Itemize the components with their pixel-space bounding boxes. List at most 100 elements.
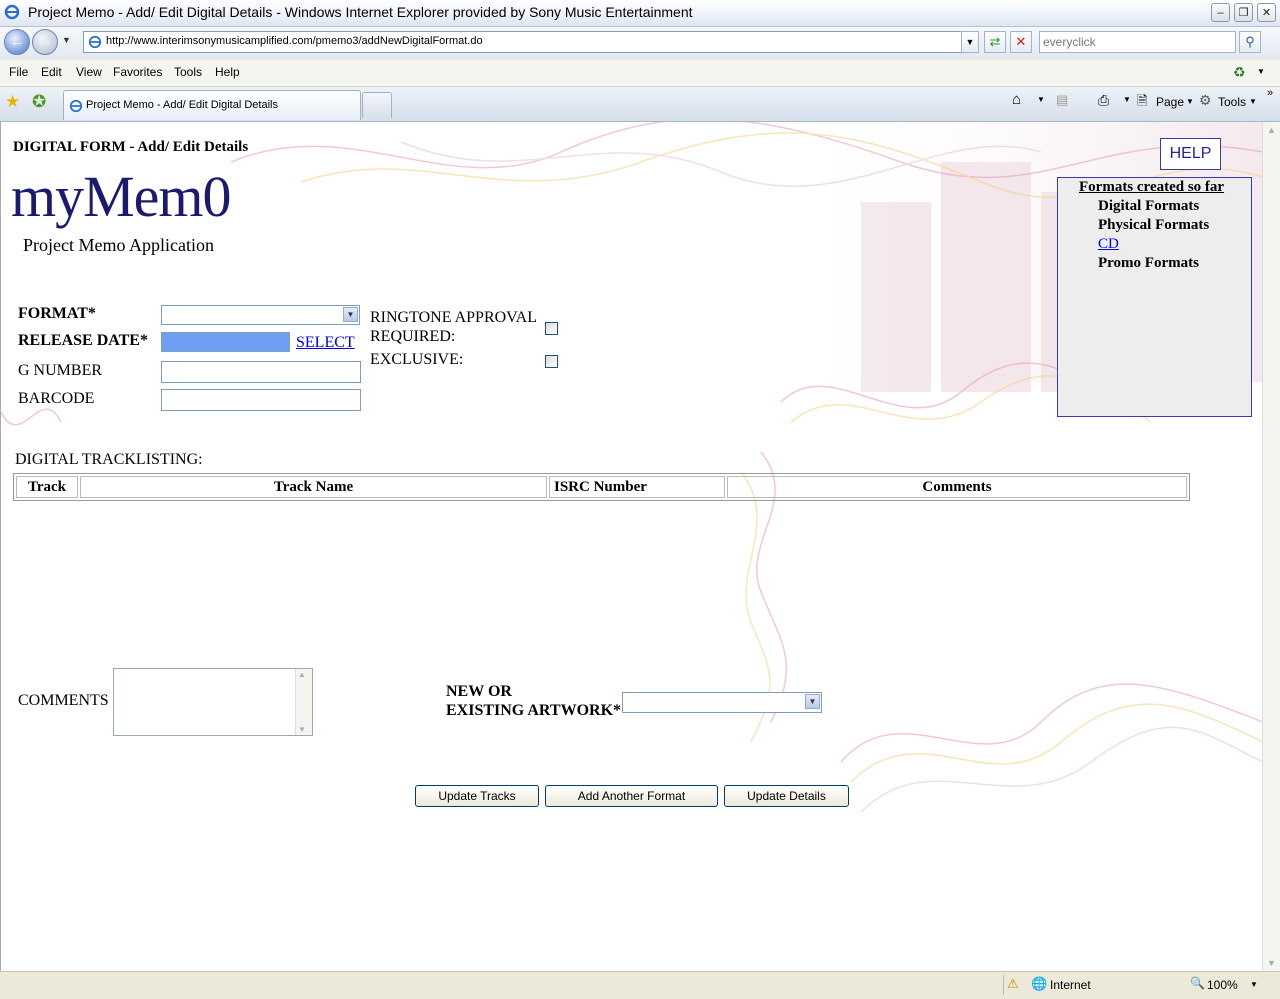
back-button[interactable]: ← — [4, 29, 30, 55]
format-label: FORMAT* — [18, 305, 96, 322]
g-number-input[interactable] — [161, 361, 361, 383]
home-icon[interactable]: ⌂ — [1012, 91, 1021, 108]
tab-project-memo[interactable]: Project Memo - Add/ Edit Digital Details — [63, 90, 361, 120]
globe-icon: 🌐 — [1031, 976, 1048, 991]
window-title: Project Memo - Add/ Edit Digital Details… — [28, 4, 693, 20]
forward-button[interactable]: → — [32, 29, 58, 55]
column-header-isrc: ISRC Number — [549, 476, 725, 498]
g-number-label: G NUMBER — [18, 362, 103, 379]
scroll-up-icon[interactable]: ▲ — [298, 670, 306, 679]
promo-formats-label: Promo Formats — [1098, 255, 1199, 271]
formats-panel: Formats created so far Digital Formats P… — [1057, 177, 1252, 417]
column-header-comments: Comments — [727, 476, 1187, 498]
page-heading: DIGITAL FORM - Add/ Edit Details — [13, 139, 249, 155]
chevron-more-icon[interactable]: » — [1267, 87, 1273, 99]
comments-label: COMMENTS — [18, 692, 109, 709]
artwork-label-line1: NEW OR — [446, 683, 512, 700]
address-bar[interactable]: http://www.interimsonymusicamplified.com… — [83, 31, 979, 53]
menu-edit[interactable]: Edit — [41, 65, 62, 79]
home-dropdown-icon[interactable]: ▼ — [1037, 95, 1045, 104]
page-content: DIGITAL FORM - Add/ Edit Details myMem0 … — [0, 122, 1263, 971]
barcode-label: BARCODE — [18, 390, 95, 407]
page-icon — [88, 35, 102, 49]
scroll-up-icon[interactable]: ▲ — [1267, 125, 1276, 135]
ie-logo-icon — [4, 4, 20, 20]
release-date-input[interactable] — [161, 332, 290, 352]
new-tab-button[interactable] — [362, 92, 392, 118]
search-input[interactable] — [1040, 32, 1236, 52]
help-button[interactable]: HELP — [1160, 138, 1221, 170]
digital-formats-label: Digital Formats — [1098, 198, 1200, 214]
artwork-select[interactable]: ▼ — [622, 692, 822, 713]
favorites-star-icon[interactable]: ★ — [5, 92, 20, 112]
close-window-button[interactable]: ✕ — [1257, 3, 1276, 22]
gear-icon: ⚙ — [1199, 92, 1212, 108]
artwork-label-line2: EXISTING ARTWORK* — [446, 702, 622, 719]
mymemo-logo: myMem0 — [11, 164, 232, 229]
page-scrollbar[interactable]: ▲ ▼ — [1262, 122, 1280, 971]
formats-panel-title: Formats created so far — [1079, 179, 1225, 195]
barcode-input[interactable] — [161, 389, 361, 411]
cd-format-link[interactable]: CD — [1098, 236, 1119, 253]
title-bar: Project Memo - Add/ Edit Digital Details… — [0, 0, 1280, 27]
format-select[interactable]: ▼ — [161, 305, 360, 325]
toolbar-options-dropdown-icon[interactable]: ▼ — [1257, 67, 1265, 76]
release-date-label: RELEASE DATE* — [18, 332, 148, 349]
address-toolbar: ← → ▼ http://www.interimsonymusicamplifi… — [0, 27, 1280, 59]
search-field[interactable] — [1039, 31, 1236, 53]
comments-scrollbar[interactable]: ▲ ▼ — [295, 669, 312, 735]
menu-help[interactable]: Help — [215, 65, 240, 79]
update-details-button[interactable]: Update Details — [724, 785, 849, 807]
address-url: http://www.interimsonymusicamplified.com… — [106, 35, 483, 47]
status-divider — [1003, 975, 1004, 995]
page-menu-label[interactable]: Page — [1156, 95, 1184, 109]
menu-favorites[interactable]: Favorites — [113, 65, 162, 79]
feeds-icon[interactable]: ▤ — [1056, 92, 1068, 108]
zoom-dropdown-icon[interactable]: ▼ — [1250, 980, 1258, 989]
refresh-button[interactable]: ⇄ — [984, 31, 1006, 53]
tools-menu-label[interactable]: Tools — [1218, 95, 1246, 109]
zoom-level[interactable]: 100% — [1207, 978, 1238, 992]
zoom-icon: 🔍 — [1190, 976, 1205, 990]
add-another-format-button[interactable]: Add Another Format — [545, 785, 718, 807]
ringtone-label-line1: RINGTONE APPROVAL — [370, 309, 537, 326]
ringtone-approval-checkbox[interactable] — [545, 322, 558, 335]
scroll-down-icon[interactable]: ▼ — [1267, 958, 1276, 968]
zone-label: Internet — [1050, 978, 1091, 992]
tab-bar: ★ ✪ Project Memo - Add/ Edit Digital Det… — [0, 87, 1280, 122]
page-dropdown-icon[interactable]: ▼ — [1186, 97, 1194, 106]
update-tracks-button[interactable]: Update Tracks — [415, 785, 539, 807]
restore-button[interactable]: ❐ — [1234, 3, 1253, 22]
chevron-down-icon: ▼ — [805, 694, 820, 709]
exclusive-label: EXCLUSIVE: — [370, 351, 464, 368]
minimize-button[interactable]: – — [1211, 3, 1230, 22]
scroll-down-icon[interactable]: ▼ — [298, 725, 306, 734]
tab-ie-icon — [69, 99, 83, 113]
app-subtitle: Project Memo Application — [23, 235, 214, 255]
column-header-track: Track — [16, 476, 78, 498]
chevron-down-icon: ▼ — [343, 307, 358, 322]
protected-mode-icon: ⚠ — [1007, 976, 1019, 991]
print-icon[interactable]: ⎙ — [1098, 92, 1109, 109]
menu-bar: File Edit View Favorites Tools Help ♻ ▼ — [0, 60, 1280, 87]
menu-file[interactable]: File — [9, 65, 28, 79]
comments-textarea[interactable]: ▲ ▼ — [113, 668, 313, 736]
status-bar: ⚠ 🌐 Internet 🔍 100% ▼ — [0, 971, 1280, 999]
ringtone-label-line2: REQUIRED: — [370, 328, 456, 345]
print-dropdown-icon[interactable]: ▼ — [1123, 95, 1131, 104]
exclusive-checkbox[interactable] — [545, 355, 558, 368]
tab-label: Project Memo - Add/ Edit Digital Details — [86, 99, 278, 111]
physical-formats-label: Physical Formats — [1098, 217, 1210, 233]
history-dropdown-icon[interactable]: ▼ — [62, 35, 71, 45]
tracklisting-table: Track Track Name ISRC Number Comments — [13, 473, 1190, 501]
tools-dropdown-icon[interactable]: ▼ — [1249, 97, 1257, 106]
toolbar-options-icon[interactable]: ♻ — [1233, 64, 1246, 81]
search-icon[interactable]: ⚲ — [1239, 31, 1261, 53]
stop-button[interactable]: ✕ — [1010, 31, 1032, 53]
select-date-link[interactable]: SELECT — [296, 334, 355, 352]
add-favorite-icon[interactable]: ✪ — [32, 92, 46, 112]
menu-tools[interactable]: Tools — [174, 65, 202, 79]
tracklisting-label: DIGITAL TRACKLISTING: — [15, 451, 203, 468]
address-dropdown-icon[interactable]: ▼ — [961, 31, 979, 53]
menu-view[interactable]: View — [76, 65, 102, 79]
